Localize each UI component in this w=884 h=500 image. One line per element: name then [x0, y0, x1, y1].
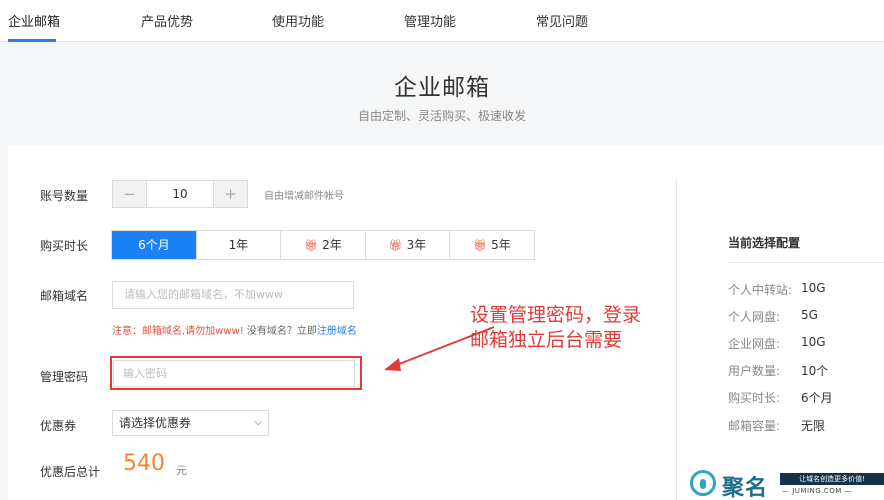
summary-value: 10个	[801, 364, 829, 378]
summary-key: 个人网盘:	[728, 310, 781, 324]
summary-key: 邮箱容量:	[728, 419, 781, 433]
summary-value: 10G	[801, 281, 826, 295]
summary-value: 6个月	[801, 391, 833, 405]
summary-title: 当前选择配置	[728, 236, 801, 250]
summary-key: 个人中转站:	[728, 283, 793, 297]
watermark-brand: 聚名	[722, 476, 769, 500]
watermark-slogan: 让域名创造更多价值!	[780, 473, 884, 485]
watermark-url: — JUMING.COM —	[782, 487, 853, 495]
summary-value: 无限	[801, 419, 826, 433]
summary-key: 购买时长:	[728, 391, 781, 405]
summary-key: 企业网盘:	[728, 337, 781, 351]
watermark: 聚名 让域名创造更多价值! — JUMING.COM —	[688, 468, 884, 500]
summary-value: 10G	[801, 335, 826, 349]
summary-divider	[728, 262, 884, 263]
summary-key: 用户数量:	[728, 364, 781, 378]
watermark-logo-icon	[690, 470, 716, 496]
summary-value: 5G	[801, 308, 818, 322]
annotation-text: 设置管理密码，登录 邮箱独立后台需要	[470, 304, 642, 351]
